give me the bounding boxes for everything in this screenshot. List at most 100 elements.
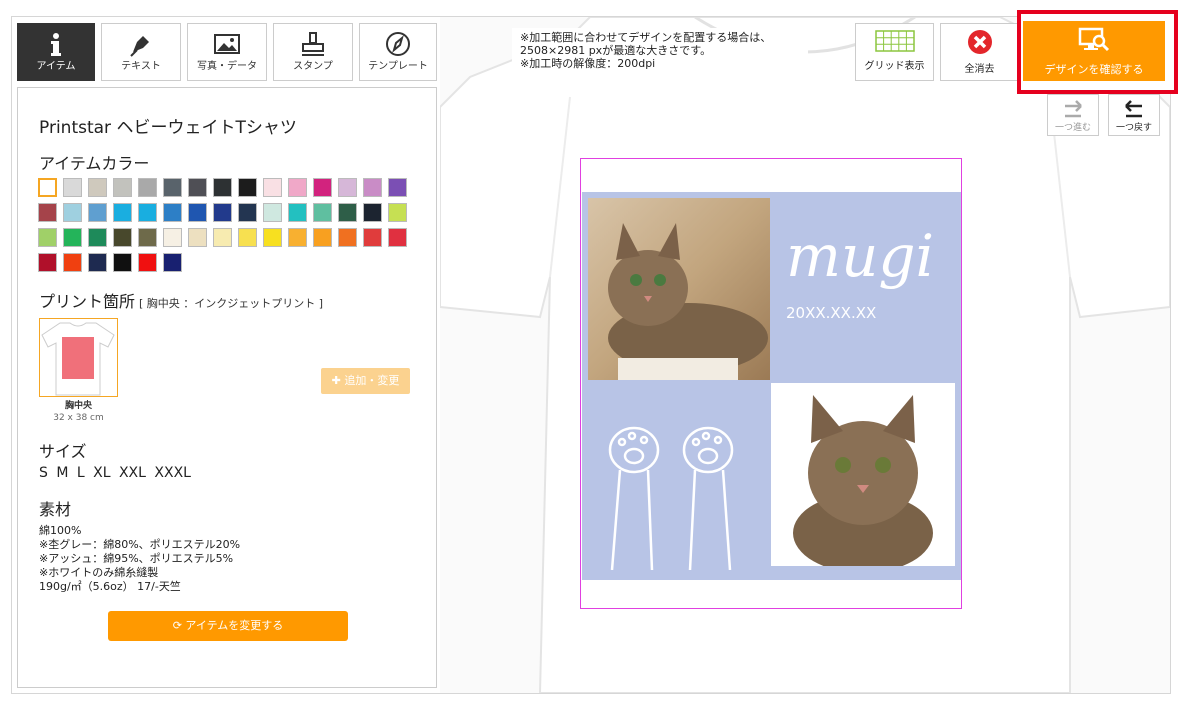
color-swatch[interactable]	[63, 203, 82, 222]
thumb-size: 32 x 38 cm	[53, 413, 104, 423]
print-location-sub: [ 胸中央 ：インクジェットプリント ]	[139, 297, 324, 310]
color-swatch[interactable]	[288, 178, 307, 197]
color-swatch[interactable]	[88, 253, 107, 272]
tab-stamp[interactable]: スタンプ	[273, 23, 353, 81]
close-circle-icon	[967, 30, 992, 54]
color-swatch[interactable]	[263, 203, 282, 222]
paw-illustration	[608, 426, 734, 570]
color-swatch[interactable]	[363, 178, 382, 197]
image-icon	[214, 34, 240, 54]
color-swatch[interactable]	[388, 228, 407, 247]
material-text: 綿100% ※杢グレー：綿80%、ポリエステル20% ※アッシュ：綿95%、ポリ…	[39, 524, 241, 593]
tshirt-thumb-icon	[41, 322, 115, 396]
color-swatch[interactable]	[113, 178, 132, 197]
tab-template[interactable]: テンプレート	[359, 23, 437, 81]
color-swatch[interactable]	[288, 228, 307, 247]
color-swatch[interactable]	[163, 228, 182, 247]
cat-photo-lying[interactable]	[588, 198, 770, 380]
cat-photo-sitting[interactable]	[771, 383, 955, 566]
color-swatch[interactable]	[363, 203, 382, 222]
color-swatch[interactable]	[63, 228, 82, 247]
color-swatch[interactable]	[388, 178, 407, 197]
tab-item[interactable]: アイテム	[17, 23, 95, 81]
color-swatch[interactable]	[113, 253, 132, 272]
confirm-design-button[interactable]: デザインを確認する	[1023, 21, 1165, 81]
print-section-title: プリント箇所[ 胸中央 ：インクジェットプリント ]	[39, 288, 323, 312]
undo-icon	[1125, 100, 1142, 118]
grid-icon	[874, 30, 915, 52]
tab-text-label: テキスト	[121, 61, 161, 72]
color-swatch[interactable]	[38, 178, 57, 197]
color-swatch[interactable]	[163, 178, 182, 197]
undo-label: 一つ戻す	[1115, 123, 1152, 133]
thumb-label: 胸中央	[64, 401, 92, 411]
tab-photo[interactable]: 写真・データ	[187, 23, 267, 81]
grid-label: グリッド表示	[864, 61, 925, 72]
color-swatch[interactable]	[263, 228, 282, 247]
color-swatch[interactable]	[338, 203, 357, 222]
color-swatch[interactable]	[388, 203, 407, 222]
color-swatch[interactable]	[213, 203, 232, 222]
color-swatch[interactable]	[288, 203, 307, 222]
redo-icon	[1065, 100, 1082, 118]
refresh-icon: ⟳	[172, 619, 186, 632]
color-swatch[interactable]	[338, 178, 357, 197]
color-swatch[interactable]	[38, 253, 57, 272]
color-swatch[interactable]	[138, 228, 157, 247]
change-item-label: アイテムを変更する	[185, 619, 284, 632]
color-swatch[interactable]	[88, 203, 107, 222]
color-swatch[interactable]	[63, 253, 82, 272]
color-swatch[interactable]	[363, 228, 382, 247]
item-panel: Printstar ヘビーウェイトTシャツ アイテムカラー プリント箇所[ 胸中…	[17, 87, 437, 688]
color-swatch[interactable]	[163, 253, 182, 272]
color-swatch[interactable]	[313, 203, 332, 222]
grid-toggle-button[interactable]: グリッド表示	[855, 23, 934, 81]
color-swatch[interactable]	[213, 228, 232, 247]
thumb-caption: 胸中央 32 x 38 cm	[39, 400, 118, 424]
clear-all-button[interactable]: 全消去	[940, 23, 1019, 81]
add-change-button[interactable]: ✚ 追加・変更	[321, 368, 410, 394]
clear-all-label: 全消去	[964, 64, 995, 75]
color-swatch[interactable]	[38, 203, 57, 222]
notice-line-3: ※加工時の解像度：200dpi	[520, 57, 656, 70]
tab-item-label: アイテム	[36, 61, 76, 72]
monitor-search-icon	[1078, 27, 1110, 52]
change-item-button[interactable]: ⟳ アイテムを変更する	[108, 611, 348, 641]
print-location-thumb[interactable]	[39, 318, 118, 397]
color-swatch[interactable]	[313, 228, 332, 247]
color-swatch[interactable]	[188, 203, 207, 222]
color-swatch[interactable]	[138, 203, 157, 222]
tab-template-label: テンプレート	[368, 61, 428, 72]
product-name: Printstar ヘビーウェイトTシャツ	[39, 118, 297, 138]
size-section-title: サイズ	[39, 442, 87, 461]
size-list: S M L XL XXL XXXL	[39, 465, 191, 481]
color-swatch[interactable]	[38, 228, 57, 247]
color-swatch[interactable]	[138, 253, 157, 272]
color-swatch[interactable]	[313, 178, 332, 197]
notice-line-1: ※加工範囲に合わせてデザインを配置する場合は、	[520, 31, 772, 44]
color-swatch[interactable]	[238, 203, 257, 222]
compass-icon	[386, 32, 410, 56]
color-swatch[interactable]	[113, 203, 132, 222]
color-swatch[interactable]	[188, 178, 207, 197]
tab-text[interactable]: テキスト	[101, 23, 181, 81]
color-swatch[interactable]	[113, 228, 132, 247]
color-swatch[interactable]	[163, 203, 182, 222]
color-swatch[interactable]	[138, 178, 157, 197]
color-swatch[interactable]	[88, 178, 107, 197]
color-swatch[interactable]	[238, 178, 257, 197]
redo-label: 一つ進む	[1054, 123, 1091, 133]
notice-line-2: 2508×2981 pxが最適な大きさです。	[520, 44, 712, 57]
color-swatch[interactable]	[88, 228, 107, 247]
cat-image-2	[793, 395, 933, 566]
print-title-text: プリント箇所	[39, 292, 136, 311]
color-swatch[interactable]	[338, 228, 357, 247]
color-swatch[interactable]	[188, 228, 207, 247]
color-swatch[interactable]	[238, 228, 257, 247]
tab-stamp-label: スタンプ	[293, 61, 333, 72]
color-swatch[interactable]	[63, 178, 82, 197]
redo-button[interactable]: 一つ進む	[1047, 94, 1099, 136]
color-swatch[interactable]	[213, 178, 232, 197]
color-swatch[interactable]	[263, 178, 282, 197]
undo-button[interactable]: 一つ戻す	[1108, 94, 1160, 136]
